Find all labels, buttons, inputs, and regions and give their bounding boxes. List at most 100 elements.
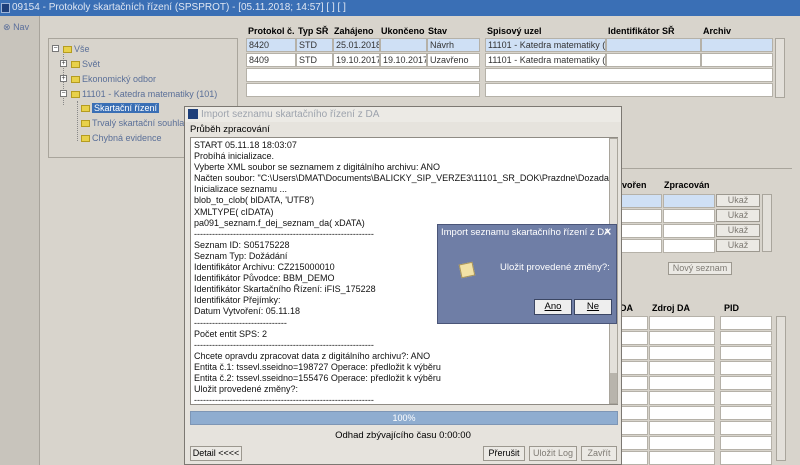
collapse-icon[interactable]: − bbox=[52, 45, 59, 52]
import-dialog-titlebar: Import seznamu skartačního řízení z DA bbox=[185, 107, 621, 122]
table-cell[interactable] bbox=[649, 361, 715, 375]
section-label: Průběh zpracování bbox=[190, 124, 270, 135]
table-cell[interactable]: STD bbox=[296, 38, 333, 52]
table-row[interactable] bbox=[485, 68, 773, 82]
col-header-zpracovan: Zpracován bbox=[664, 180, 710, 190]
table-cell[interactable]: STD bbox=[296, 53, 333, 67]
lower-scrollbar[interactable] bbox=[776, 316, 786, 461]
table-cell[interactable]: Uzavřeno bbox=[427, 53, 480, 67]
table-cell[interactable] bbox=[620, 346, 648, 360]
close-button[interactable]: Zavřít bbox=[581, 446, 617, 461]
table-cell[interactable] bbox=[620, 331, 648, 345]
log-line: Načten soubor: "C:\Users\DMAT\Documents\… bbox=[194, 173, 618, 184]
table-cell[interactable] bbox=[606, 38, 701, 52]
tree-node-svet[interactable]: + Svět bbox=[60, 58, 100, 70]
tree-node-all[interactable]: − Vše bbox=[52, 43, 90, 55]
new-list-button[interactable]: Nový seznam bbox=[668, 262, 732, 275]
show-button[interactable]: Ukaž bbox=[716, 209, 760, 222]
folder-icon bbox=[81, 120, 90, 127]
table-cell[interactable] bbox=[620, 421, 648, 435]
table-cell[interactable] bbox=[663, 239, 715, 253]
yes-button[interactable]: Ano bbox=[534, 299, 572, 315]
table-cell[interactable] bbox=[620, 316, 648, 330]
table-cell[interactable]: 19.10.2017 bbox=[333, 53, 380, 67]
grid-scrollbar[interactable] bbox=[775, 38, 785, 98]
save-log-button[interactable]: Uložit Log bbox=[529, 446, 577, 461]
table-cell[interactable] bbox=[620, 239, 662, 253]
col-header-typ: Typ SŘ bbox=[298, 26, 329, 36]
table-row[interactable] bbox=[246, 83, 480, 97]
table-cell[interactable] bbox=[620, 209, 662, 223]
no-button[interactable]: Ne bbox=[574, 299, 612, 315]
expand-icon[interactable]: + bbox=[60, 60, 67, 67]
table-cell[interactable] bbox=[720, 436, 772, 450]
confirm-dialog-title: Import seznamu skartačního řízení z DA bbox=[441, 227, 611, 238]
table-cell[interactable] bbox=[663, 209, 715, 223]
tree-node-trvaly-souhlas[interactable]: Trvalý skartační souhlas bbox=[81, 117, 189, 129]
table-cell[interactable] bbox=[720, 451, 772, 465]
tree-node-chybna-evidence[interactable]: Chybná evidence bbox=[81, 132, 162, 144]
table-cell[interactable]: 11101 - Katedra matematiky (1 bbox=[485, 38, 606, 52]
table-cell[interactable] bbox=[606, 53, 701, 67]
table-cell[interactable] bbox=[720, 331, 772, 345]
table-cell[interactable]: 11101 - Katedra matematiky (1 bbox=[485, 53, 606, 67]
collapse-icon[interactable]: − bbox=[60, 90, 67, 97]
table-cell[interactable] bbox=[649, 451, 715, 465]
table-cell[interactable] bbox=[620, 361, 648, 375]
table-cell[interactable]: Návrh bbox=[427, 38, 480, 52]
table-cell[interactable] bbox=[720, 421, 772, 435]
tree-node-katedra[interactable]: − 11101 - Katedra matematiky (101) bbox=[60, 88, 217, 100]
table-cell[interactable] bbox=[620, 451, 648, 465]
table-cell[interactable] bbox=[649, 346, 715, 360]
table-cell[interactable] bbox=[720, 361, 772, 375]
table-row[interactable] bbox=[485, 83, 773, 97]
stop-button[interactable]: Přerušit bbox=[483, 446, 525, 461]
table-cell[interactable] bbox=[720, 406, 772, 420]
nav-panel[interactable]: ⊗ Nav bbox=[0, 16, 40, 465]
table-cell[interactable] bbox=[649, 391, 715, 405]
table-cell[interactable] bbox=[649, 421, 715, 435]
table-cell[interactable] bbox=[620, 376, 648, 390]
folder-icon bbox=[71, 91, 80, 98]
table-cell[interactable] bbox=[380, 38, 427, 52]
table-cell[interactable]: 19.10.2017 bbox=[380, 53, 427, 67]
close-icon[interactable]: ✕ bbox=[604, 225, 612, 240]
show-button[interactable]: Ukaž bbox=[716, 239, 760, 252]
progress-label: 100% bbox=[392, 413, 416, 423]
table-cell[interactable] bbox=[649, 376, 715, 390]
table-cell[interactable]: 8420 bbox=[246, 38, 296, 52]
table-cell[interactable] bbox=[701, 53, 773, 67]
log-line: Uložit provedené změny?: bbox=[194, 384, 299, 395]
table-cell[interactable] bbox=[620, 391, 648, 405]
show-button[interactable]: Ukaž bbox=[716, 224, 760, 237]
table-cell[interactable] bbox=[620, 406, 648, 420]
table-cell[interactable] bbox=[649, 331, 715, 345]
table-cell[interactable]: 25.01.2018 bbox=[333, 38, 380, 52]
scroll-thumb[interactable] bbox=[610, 373, 617, 403]
table-cell[interactable] bbox=[620, 224, 662, 238]
tree-node-skartacni-rizeni[interactable]: Skartační řízení bbox=[81, 102, 160, 114]
table-cell[interactable] bbox=[720, 346, 772, 360]
table-cell[interactable] bbox=[720, 316, 772, 330]
table-cell[interactable] bbox=[720, 391, 772, 405]
log-line: Entita č.1: tssevl.sseidno=198727 Operac… bbox=[194, 361, 441, 372]
table-cell[interactable] bbox=[663, 194, 715, 208]
show-button[interactable]: Ukaž bbox=[716, 194, 760, 207]
table-cell[interactable] bbox=[649, 406, 715, 420]
table-cell[interactable] bbox=[620, 194, 662, 208]
list-scrollbar[interactable] bbox=[762, 194, 772, 252]
tree-node-ekonomicky-odbor[interactable]: + Ekonomický odbor bbox=[60, 73, 156, 85]
table-cell[interactable]: 8409 bbox=[246, 53, 296, 67]
table-cell[interactable] bbox=[701, 38, 773, 52]
table-cell[interactable] bbox=[620, 436, 648, 450]
col-header-zdroj-da: Zdroj DA bbox=[652, 303, 690, 313]
detail-button[interactable]: Detail <<<< bbox=[190, 446, 242, 461]
table-cell[interactable] bbox=[649, 316, 715, 330]
table-cell[interactable] bbox=[720, 376, 772, 390]
table-cell[interactable] bbox=[649, 436, 715, 450]
nav-label: Nav bbox=[13, 22, 30, 32]
log-line: ----------------------------------------… bbox=[194, 339, 374, 350]
table-cell[interactable] bbox=[663, 224, 715, 238]
table-row[interactable] bbox=[246, 68, 480, 82]
expand-icon[interactable]: + bbox=[60, 75, 67, 82]
